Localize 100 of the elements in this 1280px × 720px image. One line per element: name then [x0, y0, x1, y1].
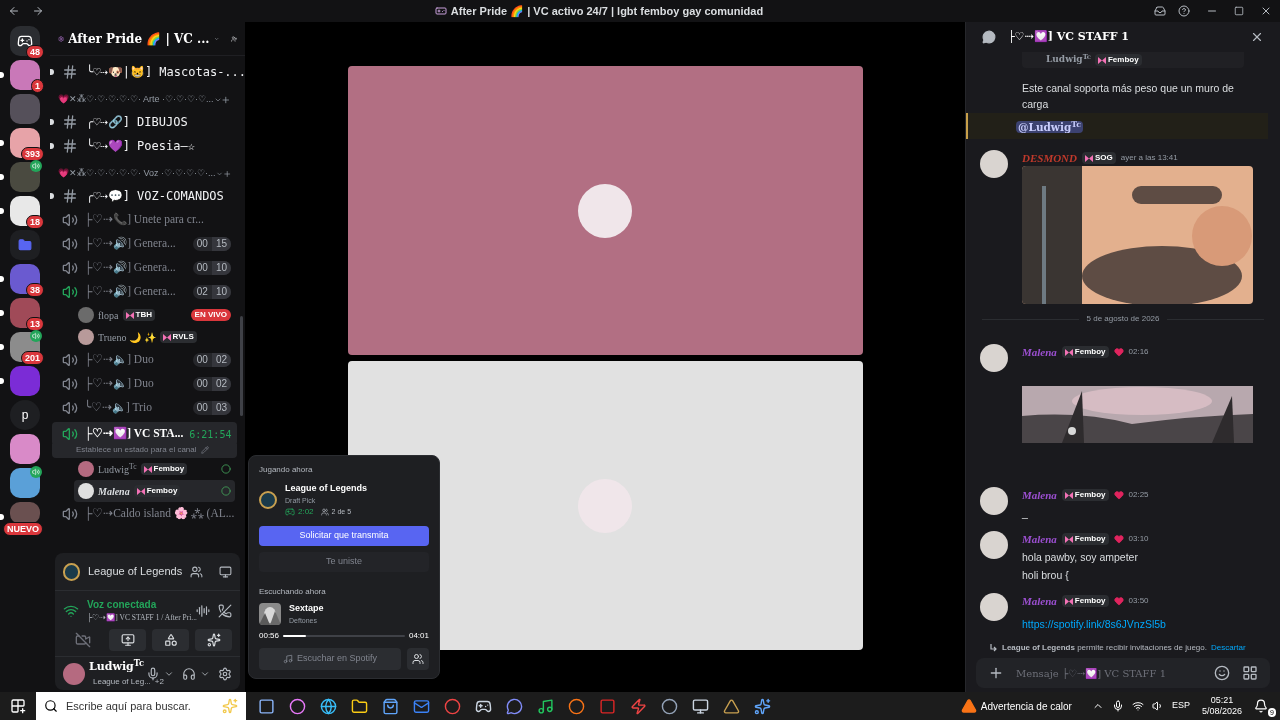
hang-up-icon[interactable] [218, 603, 232, 618]
microphone-icon[interactable] [1111, 700, 1124, 712]
server-avatar[interactable] [10, 60, 40, 90]
video-tile[interactable] [347, 66, 863, 355]
music-icon[interactable] [537, 697, 554, 715]
server-avatar[interactable] [10, 264, 40, 294]
sparkle-app-icon[interactable] [754, 697, 771, 715]
microphone-icon[interactable] [146, 666, 160, 681]
volume-icon[interactable] [1151, 700, 1164, 712]
voice-channel[interactable]: ├♡⇢📞] Unete para cr... [52, 208, 237, 232]
joined-button[interactable]: Te uniste [259, 552, 429, 572]
voice-channel[interactable]: ├♡⇢🔊] Genera... 00 15 [52, 232, 237, 256]
server-avatar[interactable] [10, 128, 40, 158]
store-icon[interactable] [382, 697, 399, 715]
help-icon[interactable] [1178, 5, 1190, 17]
chat-app-icon[interactable] [506, 697, 523, 715]
reply-preview[interactable]: Ludwig$^{Tc}$ Femboy [1022, 52, 1244, 68]
soundboard-icon[interactable] [196, 603, 210, 618]
share-screen-button[interactable] [109, 629, 146, 651]
emoji-icon[interactable] [1214, 665, 1230, 681]
monitor-icon[interactable] [692, 697, 709, 715]
start-icon[interactable] [10, 698, 26, 714]
server-avatar[interactable] [10, 162, 40, 192]
request-stream-button[interactable]: Solicitar que transmita [259, 526, 429, 546]
bolt-icon[interactable] [630, 697, 647, 715]
user-avatar[interactable] [63, 662, 85, 685]
voice-channel[interactable]: ├♡⇢Caldo island 🌸 ⁂ (AL... [52, 502, 237, 526]
clock-date[interactable]: 5/08/2026 [1201, 706, 1242, 717]
member-name: Trueno 🌙 ✨ [98, 330, 156, 345]
folder-icon[interactable] [351, 697, 368, 715]
server-avatar[interactable] [10, 196, 40, 226]
voice-member[interactable]: flopa TBH EN VIVO [74, 304, 235, 326]
category-name[interactable]: 💗✕⁂♡·♡·♡·♡·♡· Arte ·♡·♡·♡·♡... [58, 93, 214, 107]
spotify-button[interactable]: Escuchar en Spotify [259, 648, 401, 670]
voice-channel[interactable]: ├♡⇢🔈] Duo 00 02 [52, 348, 237, 372]
people-icon[interactable] [190, 564, 204, 579]
square-app-icon[interactable] [599, 697, 616, 715]
voice-member[interactable]: Malena Femboy [74, 480, 235, 502]
voice-channel[interactable]: ├♡⇢🔊] Genera... 00 10 [52, 256, 237, 280]
message-link[interactable]: https://spotify.link/8s6JVnzSl5b [1022, 618, 1166, 630]
apps-icon[interactable] [1242, 665, 1258, 681]
server-avatar[interactable] [10, 298, 40, 328]
server-folder[interactable] [10, 230, 40, 260]
back-icon[interactable] [8, 5, 20, 17]
add-icon[interactable] [221, 94, 231, 106]
message-input[interactable]: Mensaje ├♡⇢💟] VC STAFF 1 [976, 658, 1270, 688]
scrollbar[interactable] [240, 316, 243, 416]
dismiss-link[interactable]: Descartar [1211, 642, 1246, 654]
search-box[interactable]: Escribe aquí para buscar. [36, 692, 246, 720]
clock-time[interactable]: 05:21 [1210, 695, 1234, 706]
effects-button[interactable] [195, 629, 232, 651]
server-avatar[interactable] [10, 468, 40, 498]
user-mention[interactable]: @Ludwig$^{Tc}$ [1016, 121, 1083, 133]
author-name[interactable]: Malena [1022, 343, 1057, 361]
task-view-icon[interactable] [258, 697, 275, 715]
profile-button[interactable] [407, 648, 429, 670]
author-name[interactable]: Malena [1022, 486, 1057, 504]
server-avatar[interactable] [10, 434, 40, 464]
screen-icon[interactable] [219, 564, 232, 579]
inbox-icon[interactable] [1154, 5, 1166, 17]
notification-icon[interactable] [1254, 699, 1268, 713]
weather-alert[interactable]: Advertencia de calor [980, 698, 1072, 714]
channel-name[interactable]: ╰♡⇢💜] Poesia—☆ [86, 137, 195, 155]
ring-app-icon[interactable] [444, 697, 461, 715]
ring-app-icon[interactable] [568, 697, 585, 715]
channel-name[interactable]: ╭♡⇢🔗] DIBUJOS [86, 113, 188, 131]
network-icon[interactable] [1131, 700, 1144, 712]
voice-channel[interactable]: ├♡⇢🔈] Duo 00 02 [52, 372, 237, 396]
role-name: Femboy [1074, 533, 1106, 545]
author-name[interactable]: Malena [1022, 530, 1057, 548]
language-indicator[interactable]: ESP [1171, 699, 1190, 713]
activities-button[interactable] [152, 629, 189, 651]
voice-channel[interactable]: ├♡⇢🔊] Genera... 02 10 [52, 280, 237, 304]
ring-app-icon[interactable] [289, 697, 306, 715]
channel-name[interactable]: ╭♡⇢💬] VOZ-COMANDOS [86, 187, 224, 205]
add-icon[interactable] [988, 665, 1004, 681]
voice-channel[interactable]: ├♡⇢💟] VC STA... 6:21:54 [52, 422, 237, 446]
channel-name[interactable]: ╰♡⇢🐶|😸] Mascotas-... [86, 63, 245, 81]
message-field[interactable]: Mensaje ├♡⇢💟] VC STAFF 1 [1016, 665, 1202, 681]
home-button[interactable] [10, 26, 40, 56]
voice-status[interactable]: Voz conectada [87, 597, 188, 612]
author-name[interactable]: Malena [1022, 592, 1057, 610]
member-name: flopa [98, 308, 119, 323]
ring-app-icon[interactable] [661, 697, 678, 715]
maximize-icon[interactable] [1234, 6, 1244, 16]
server-button[interactable]: p [10, 400, 40, 430]
category-name[interactable]: 💗✕⁂♡·♡·♡·♡·♡· Voz ·♡·♡·♡·♡·... [58, 167, 216, 181]
forward-icon[interactable] [32, 5, 44, 17]
camera-off-icon[interactable] [75, 632, 91, 648]
settings-icon[interactable] [218, 666, 232, 681]
triangle-icon[interactable] [723, 697, 740, 715]
voice-channel[interactable]: ╰♡⇢🔈] Trio 00 03 [52, 396, 237, 420]
headphones-icon[interactable] [182, 666, 196, 681]
globe-icon[interactable] [320, 697, 337, 715]
close-icon[interactable] [1250, 30, 1264, 44]
close-icon[interactable] [1260, 5, 1272, 17]
mail-icon[interactable] [413, 697, 430, 715]
voice-member[interactable]: Ludwig$^{Tc}$ Femboy [74, 458, 235, 480]
voice-member[interactable]: Trueno 🌙 ✨ RVLS [74, 326, 235, 348]
add-icon[interactable] [222, 168, 231, 180]
